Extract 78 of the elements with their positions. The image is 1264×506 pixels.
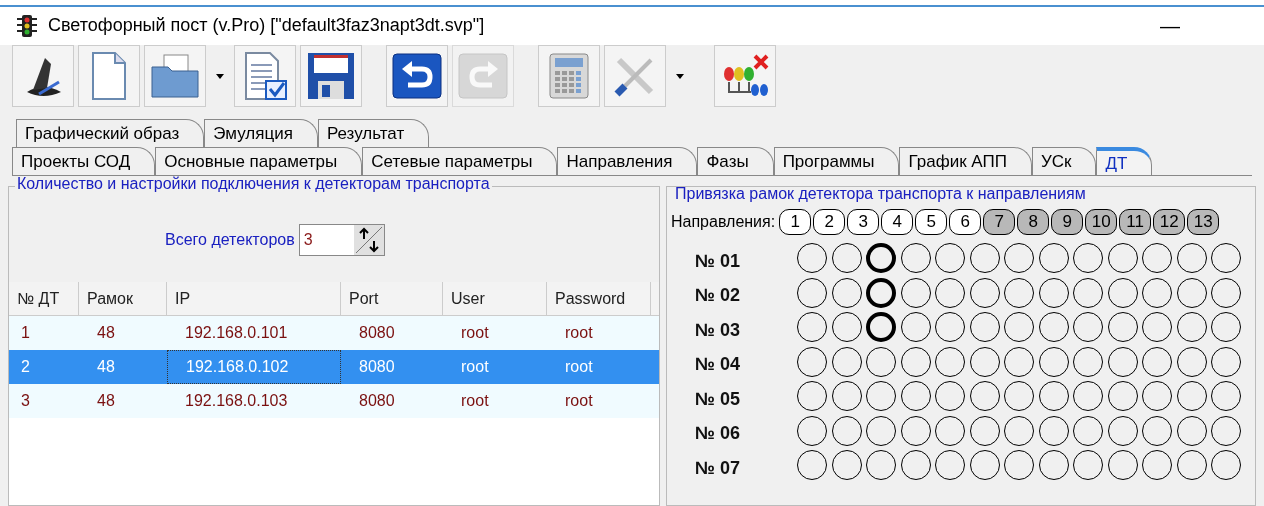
direction-badge[interactable]: 11 bbox=[1119, 209, 1152, 235]
document-icon bbox=[89, 51, 129, 101]
tab[interactable]: Результат bbox=[317, 119, 430, 147]
checklist-icon bbox=[242, 51, 288, 101]
column-header[interactable]: Password bbox=[547, 282, 651, 315]
table-cell-text: 3 bbox=[20, 391, 31, 411]
tab[interactable]: Направления bbox=[557, 147, 698, 175]
count-spinner[interactable]: 3 bbox=[298, 223, 385, 256]
direction-badge[interactable]: 6 bbox=[949, 209, 982, 235]
table-cell-text: 48 bbox=[96, 357, 116, 377]
table-cell-text: root bbox=[564, 323, 594, 343]
tab[interactable]: Проекты СОД bbox=[12, 147, 156, 175]
minimize-button[interactable]: — bbox=[1152, 10, 1188, 41]
frame-label: № 03 bbox=[694, 318, 742, 342]
panel-title: Количество и настройки подключения к детекторам транспорта bbox=[15, 176, 492, 192]
spin-arrows-icon[interactable] bbox=[353, 224, 384, 255]
direction-badge[interactable]: 8 bbox=[1017, 209, 1050, 235]
frame-label: № 06 bbox=[694, 422, 742, 446]
column-header[interactable]: Port bbox=[341, 282, 443, 315]
table-cell-text: root bbox=[460, 323, 490, 343]
table-cell-text: root bbox=[564, 391, 594, 411]
toolbar-button[interactable] bbox=[386, 45, 448, 107]
frame-label: № 01 bbox=[694, 249, 742, 273]
window-title: Светофорный пост (v.Pro) ["default3faz3napt3dt.svp"] bbox=[48, 14, 485, 38]
column-header[interactable]: IP bbox=[167, 282, 341, 315]
tab[interactable]: УСк bbox=[1031, 147, 1097, 175]
direction-badge[interactable]: 2 bbox=[813, 209, 846, 235]
table-cell-text: 48 bbox=[96, 323, 116, 343]
tab[interactable]: График АПП bbox=[899, 147, 1032, 175]
toolbar-button[interactable] bbox=[234, 45, 296, 107]
table-cell-text: 192.168.0.103 bbox=[184, 391, 289, 411]
table-cell-text: root bbox=[460, 391, 490, 411]
tab[interactable]: Фазы bbox=[697, 147, 774, 175]
traffic-light-icon bbox=[16, 13, 38, 38]
field-label: Всего детекторов bbox=[165, 229, 295, 250]
frame-label: № 07 bbox=[694, 456, 742, 480]
directions-label: Направления: bbox=[671, 212, 776, 232]
column-header[interactable]: № ДТ bbox=[9, 282, 79, 315]
frame-label: № 05 bbox=[694, 387, 742, 411]
panel-title: Привязка рамок детектора транспорта к направлениям bbox=[673, 187, 1088, 202]
table-cell-text: 8080 bbox=[358, 391, 396, 411]
tab[interactable]: Графический образ bbox=[16, 119, 205, 147]
direction-badge[interactable]: 1 bbox=[779, 209, 812, 235]
calculator-icon bbox=[548, 52, 590, 100]
folder-icon bbox=[150, 53, 200, 99]
table-cell-text: 2 bbox=[20, 357, 31, 377]
column-header[interactable]: User bbox=[443, 282, 547, 315]
table-cell-text: 1 bbox=[20, 323, 31, 343]
direction-badge[interactable]: 13 bbox=[1187, 209, 1220, 235]
caret-icon bbox=[676, 73, 684, 79]
direction-badge[interactable]: 7 bbox=[983, 209, 1016, 235]
direction-badge[interactable]: 9 bbox=[1051, 209, 1084, 235]
tab[interactable]: Основные параметры bbox=[155, 147, 363, 175]
toolbar-button[interactable] bbox=[300, 45, 362, 107]
tab[interactable]: Эмуляция bbox=[204, 119, 318, 147]
frame-label: № 02 bbox=[694, 284, 742, 308]
tab[interactable]: ДТ bbox=[1096, 147, 1153, 175]
toolbar-button[interactable] bbox=[12, 45, 74, 107]
tab[interactable]: Программы bbox=[773, 147, 900, 175]
table-cell-text: 8080 bbox=[358, 323, 396, 343]
table-row[interactable]: 3 48 192.168.0.103 8080 root root bbox=[9, 384, 659, 418]
caret-icon bbox=[216, 73, 224, 79]
direction-badge[interactable]: 5 bbox=[915, 209, 948, 235]
table-cell-text: root bbox=[460, 357, 490, 377]
tab[interactable]: Сетевые параметры bbox=[362, 147, 558, 175]
table-cell-text: 8080 bbox=[358, 357, 396, 377]
table-cell-text: root bbox=[564, 357, 594, 377]
direction-badge[interactable]: 3 bbox=[847, 209, 880, 235]
direction-badge[interactable]: 12 bbox=[1153, 209, 1186, 235]
frame-label: № 04 bbox=[694, 353, 742, 377]
table-row[interactable]: 1 48 192.168.0.101 8080 root root bbox=[9, 316, 659, 350]
toolbar-button[interactable] bbox=[714, 45, 776, 107]
table-cell-text: 48 bbox=[96, 391, 116, 411]
signal-lamps-icon bbox=[721, 54, 769, 98]
table-cell-text: 192.168.0.101 bbox=[184, 323, 289, 343]
column-header[interactable]: Рамок bbox=[79, 282, 167, 315]
direction-badge[interactable]: 4 bbox=[881, 209, 914, 235]
direction-badge[interactable]: 10 bbox=[1085, 209, 1118, 235]
